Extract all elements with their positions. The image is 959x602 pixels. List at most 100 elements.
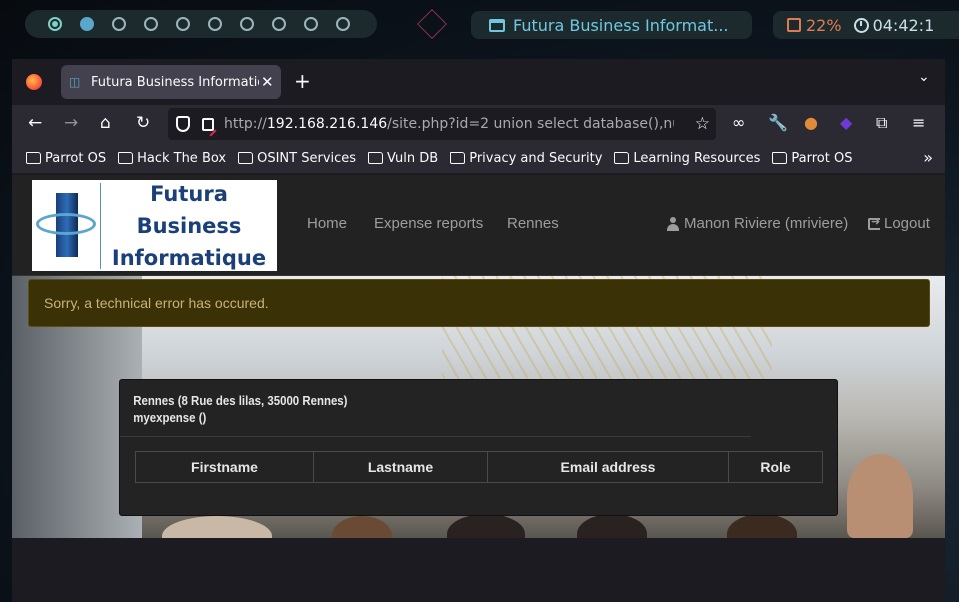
back-icon[interactable]: ← (28, 113, 42, 133)
folder-icon (26, 152, 41, 164)
url-host: 192.168.216.146 (266, 116, 388, 132)
shield-extension-icon[interactable]: ◆ (840, 113, 852, 132)
reload-icon[interactable]: ↻ (136, 113, 150, 133)
workspace-4[interactable] (144, 17, 158, 31)
hero-person (162, 516, 272, 538)
clock-indicator[interactable]: 04:42:1 (853, 16, 934, 35)
logo-line-1: Futura Business (136, 181, 242, 238)
bookmark-folder-hack-the-box[interactable]: Hack The Box (118, 151, 226, 166)
nav-home[interactable]: Home (307, 215, 347, 232)
url-bar[interactable]: http://192.168.216.146/site.php?id=2 uni… (168, 108, 716, 140)
cpu-indicator[interactable]: 22% (787, 16, 842, 35)
tracking-protection-icon[interactable] (176, 116, 190, 132)
workspace-3[interactable] (112, 17, 126, 31)
tab-active[interactable]: ◫ Futura Business Information ✕ (61, 65, 281, 99)
web-page: Futura Business Informatique Home Expens… (12, 175, 945, 538)
wrench-icon[interactable]: 🔧 (768, 113, 788, 132)
panel-heading: Rennes (8 Rue des lilas, 35000 Rennes) m… (120, 380, 751, 437)
workspace-7[interactable] (240, 17, 254, 31)
list-tabs-icon[interactable]: ⌄ (918, 69, 930, 85)
cpu-value: 22% (806, 15, 842, 35)
nav-expense-reports[interactable]: Expense reports (374, 215, 483, 232)
more-bookmarks-icon[interactable]: » (923, 148, 933, 167)
workspace-8[interactable] (272, 17, 286, 31)
url-text[interactable]: http://192.168.216.146/site.php?id=2 uni… (224, 116, 674, 132)
logout-icon (868, 215, 880, 230)
bookmark-label: Learning Resources (633, 150, 761, 166)
error-alert: Sorry, a technical error has occured. (28, 279, 930, 327)
window-icon (489, 18, 505, 32)
bookmark-label: Vuln DB (387, 150, 439, 166)
user-icon (667, 216, 679, 231)
workspace-10[interactable] (336, 17, 350, 31)
column-header-email: Email address (487, 451, 729, 483)
taskbar-window-title: Futura Business Informat... (513, 15, 729, 35)
cookie-extension-icon[interactable]: ● (804, 113, 818, 132)
page-empty-area (12, 538, 945, 602)
system-tray: 22% 04:42:1 (773, 11, 959, 39)
hero-person (447, 514, 525, 538)
browser-window: ◫ Futura Business Information ✕ + ⌄ ← → … (12, 59, 945, 602)
bookmarks-toolbar: Parrot OS Hack The Box OSINT Services Vu… (12, 143, 945, 173)
workspace-5[interactable] (176, 17, 190, 31)
hero-person (577, 514, 647, 538)
taskbar-window-button[interactable]: Futura Business Informat... (471, 11, 752, 39)
hamburger-menu-icon[interactable]: ≡ (912, 113, 925, 132)
workspace-1[interactable] (48, 17, 62, 31)
workspace-9[interactable] (304, 17, 318, 31)
bookmark-folder-vuln-db[interactable]: Vuln DB (368, 151, 438, 166)
insecure-lock-icon[interactable] (202, 117, 214, 131)
mask-extension-icon[interactable]: ∞ (732, 113, 745, 132)
extensions-puzzle-icon[interactable]: ⧉ (876, 113, 887, 133)
folder-icon (614, 152, 630, 164)
hero-person (332, 516, 392, 538)
bookmark-folder-privacy-security[interactable]: Privacy and Security (450, 151, 602, 166)
column-header-role: Role (728, 451, 823, 483)
bookmark-folder-learning-resources[interactable]: Learning Resources (614, 151, 760, 166)
firefox-icon[interactable] (26, 74, 42, 90)
bookmark-folder-osint-services[interactable]: OSINT Services (238, 151, 356, 166)
bookmark-label: Privacy and Security (469, 150, 603, 166)
panel-subtitle: myexpense () (133, 410, 207, 425)
url-scheme: http:// (224, 116, 267, 132)
column-header-firstname: Firstname (135, 451, 314, 483)
new-tab-icon[interactable]: + (294, 69, 311, 93)
workspace-2[interactable] (80, 17, 94, 31)
user-name: Manon Riviere (mriviere) (684, 215, 849, 232)
logout-label: Logout (884, 215, 930, 232)
folder-icon (238, 152, 254, 164)
building-logo-icon (36, 183, 96, 269)
nav-rennes[interactable]: Rennes (507, 215, 559, 232)
home-icon[interactable]: ⌂ (100, 113, 111, 133)
clock-icon (853, 17, 869, 33)
bookmark-label: Hack The Box (137, 150, 227, 166)
workspace-6[interactable] (208, 17, 222, 31)
logo-line-2: Informatique (111, 245, 267, 270)
user-menu[interactable]: Manon Riviere (mriviere) (667, 215, 848, 232)
bookmark-folder-parrot-os[interactable]: Parrot OS (26, 151, 106, 166)
table-header-row: Firstname Lastname Email address Role (135, 451, 823, 483)
bookmark-label: OSINT Services (257, 150, 357, 166)
folder-icon (450, 152, 466, 164)
employees-table: Firstname Lastname Email address Role (135, 451, 823, 483)
tab-favicon-icon: ◫ (69, 75, 81, 89)
cpu-icon (787, 18, 801, 32)
forward-icon[interactable]: → (64, 113, 78, 133)
url-path: /site.php?id=2 union select database(),n… (387, 116, 674, 132)
hero-person (847, 454, 913, 538)
site-logo[interactable]: Futura Business Informatique (32, 180, 277, 271)
logout-link[interactable]: Logout (868, 215, 930, 232)
folder-icon (118, 152, 134, 164)
workspace-switcher (25, 10, 377, 38)
launcher-icon[interactable] (417, 9, 447, 39)
folder-icon (368, 152, 384, 164)
bookmark-label: Parrot OS (791, 150, 853, 166)
top-panel: Futura Business Informat... 22% 04:42:1 (0, 0, 959, 48)
bookmark-folder-parrot-os-2[interactable]: Parrot OS (772, 151, 852, 166)
navigation-toolbar: ← → ⌂ ↻ http://192.168.216.146/site.php?… (12, 105, 945, 166)
tab-close-icon[interactable]: ✕ (261, 73, 274, 91)
logo-text: Futura Business Informatique (101, 178, 277, 274)
bookmark-star-icon[interactable]: ☆ (695, 114, 710, 134)
panel-title: Rennes (8 Rue des lilas, 35000 Rennes) (133, 393, 348, 408)
bookmark-label: Parrot OS (45, 150, 107, 166)
